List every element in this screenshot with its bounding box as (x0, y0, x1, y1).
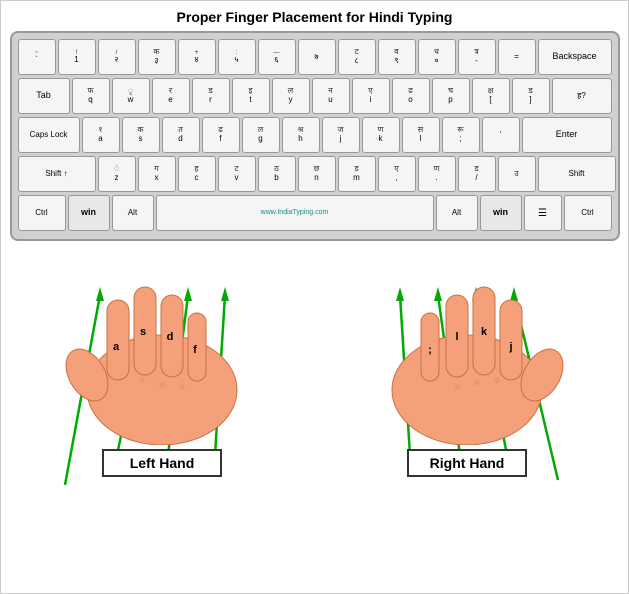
key-comma[interactable]: ए, (378, 156, 416, 192)
key-equal[interactable]: = (498, 39, 536, 75)
key-win-left[interactable]: win (68, 195, 110, 231)
left-hand-label: Left Hand (102, 449, 222, 477)
key-a[interactable]: १a (82, 117, 120, 153)
key-row-4: Shift ↑ ंz गx हc टv ठb छn डm ए, ण. ड/ उ … (18, 156, 612, 192)
key-7[interactable]: ७ (298, 39, 336, 75)
key-backtick[interactable]: ~` (18, 39, 56, 75)
key-row-3: Caps Lock १a कs तd ढf लg श्रh जj णk सl र… (18, 117, 612, 153)
key-v[interactable]: टv (218, 156, 256, 192)
left-hand-illustration: a s d f (52, 245, 272, 445)
key-minus[interactable]: त्र- (458, 39, 496, 75)
key-row-2: Tab फq ृw रe डr इt लy नu एi ढo चp क्ष[ ड… (18, 78, 612, 114)
key-shift-extra[interactable]: उ (498, 156, 536, 192)
key-d[interactable]: तd (162, 117, 200, 153)
key-rbracket[interactable]: ड] (512, 78, 550, 114)
key-alt-left[interactable]: Alt (112, 195, 154, 231)
key-r[interactable]: डr (192, 78, 230, 114)
key-l[interactable]: सl (402, 117, 440, 153)
key-quote[interactable]: ' (482, 117, 520, 153)
hands-area: a s d f Left Hand (10, 245, 620, 587)
key-3[interactable]: क३ (138, 39, 176, 75)
key-alt-right[interactable]: Alt (436, 195, 478, 231)
key-1[interactable]: !1 (58, 39, 96, 75)
key-8[interactable]: ट८ (338, 39, 376, 75)
key-shift-left[interactable]: Shift ↑ (18, 156, 96, 192)
right-hand-illustration: ; l k j (357, 245, 577, 445)
key-o[interactable]: ढo (392, 78, 430, 114)
key-p[interactable]: चp (432, 78, 470, 114)
keyboard: ~` !1 /२ क३ +४ :५ —६ ७ ट८ व९ ध० त्र- = B… (10, 31, 620, 241)
key-shift-right[interactable]: Shift (538, 156, 616, 192)
key-row-5: Ctrl win Alt www.IndiaTyping.com Alt win… (18, 195, 612, 231)
svg-text:d: d (167, 331, 174, 343)
key-4[interactable]: +४ (178, 39, 216, 75)
svg-text:;: ; (428, 344, 432, 356)
svg-text:f: f (193, 344, 197, 356)
key-ctrl-right[interactable]: Ctrl (564, 195, 612, 231)
key-period[interactable]: ण. (418, 156, 456, 192)
svg-text:l: l (455, 331, 458, 343)
key-u[interactable]: नu (312, 78, 350, 114)
key-i[interactable]: एi (352, 78, 390, 114)
key-tab[interactable]: Tab (18, 78, 70, 114)
key-space[interactable]: www.IndiaTyping.com (156, 195, 434, 231)
key-t[interactable]: इt (232, 78, 270, 114)
left-hand-section: a s d f Left Hand (10, 245, 315, 587)
key-9[interactable]: व९ (378, 39, 416, 75)
svg-text:a: a (113, 341, 120, 353)
key-enter[interactable]: Enter (522, 117, 612, 153)
key-j[interactable]: जj (322, 117, 360, 153)
key-2[interactable]: /२ (98, 39, 136, 75)
key-s[interactable]: कs (122, 117, 160, 153)
key-f[interactable]: ढf (202, 117, 240, 153)
page-title: Proper Finger Placement for Hindi Typing (177, 9, 453, 25)
key-n[interactable]: छn (298, 156, 336, 192)
key-menu[interactable]: ☰ (524, 195, 562, 231)
right-hand-section: ; l k j Right Hand (315, 245, 620, 587)
key-5[interactable]: :५ (218, 39, 256, 75)
key-x[interactable]: गx (138, 156, 176, 192)
key-y[interactable]: लy (272, 78, 310, 114)
key-ctrl-left[interactable]: Ctrl (18, 195, 66, 231)
key-win-right[interactable]: win (480, 195, 522, 231)
key-z[interactable]: ंz (98, 156, 136, 192)
key-backslash[interactable]: ह? (552, 78, 612, 114)
svg-text:s: s (140, 326, 146, 338)
key-0[interactable]: ध० (418, 39, 456, 75)
key-capslock[interactable]: Caps Lock (18, 117, 80, 153)
key-b[interactable]: ठb (258, 156, 296, 192)
right-hand-label: Right Hand (407, 449, 527, 477)
key-h[interactable]: श्रh (282, 117, 320, 153)
key-k[interactable]: णk (362, 117, 400, 153)
svg-text:k: k (481, 326, 488, 338)
key-6[interactable]: —६ (258, 39, 296, 75)
key-g[interactable]: लg (242, 117, 280, 153)
key-m[interactable]: डm (338, 156, 376, 192)
key-q[interactable]: फq (72, 78, 110, 114)
key-backspace[interactable]: Backspace (538, 39, 612, 75)
key-row-1: ~` !1 /२ क३ +४ :५ —६ ७ ट८ व९ ध० त्र- = B… (18, 39, 612, 75)
main-container: Proper Finger Placement for Hindi Typing… (0, 0, 629, 594)
key-slash[interactable]: ड/ (458, 156, 496, 192)
key-c[interactable]: हc (178, 156, 216, 192)
key-lbracket[interactable]: क्ष[ (472, 78, 510, 114)
key-w[interactable]: ृw (112, 78, 150, 114)
key-semicolon[interactable]: रू; (442, 117, 480, 153)
key-e[interactable]: रe (152, 78, 190, 114)
svg-text:j: j (508, 341, 512, 353)
